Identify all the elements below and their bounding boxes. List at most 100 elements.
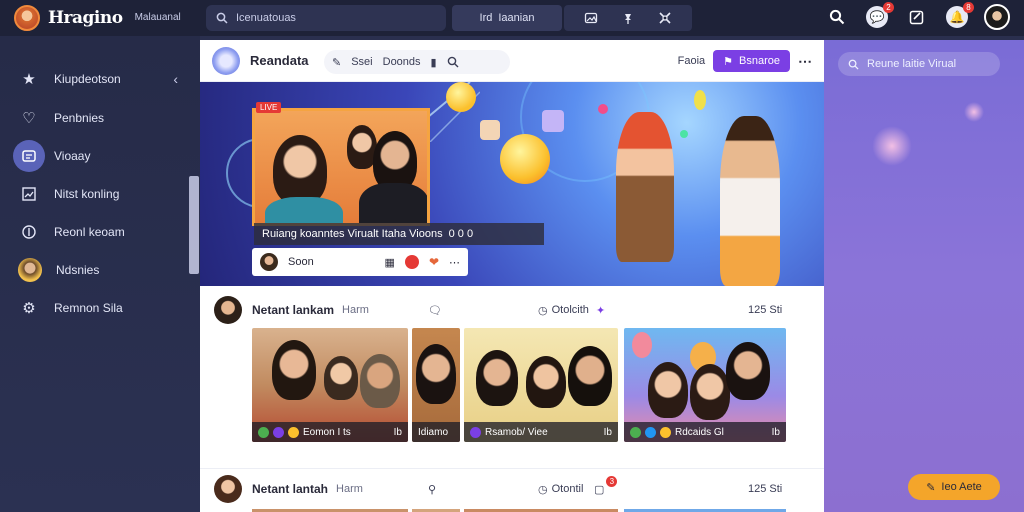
avatar[interactable]	[214, 296, 242, 324]
post-stat-label: Otolcith	[551, 304, 589, 316]
share-icon[interactable]: ✦	[596, 304, 605, 317]
app-subtitle: Malauanal	[134, 12, 181, 23]
search-icon[interactable]	[447, 56, 459, 68]
channel-name: Reandata	[250, 53, 309, 68]
hero-banner[interactable]: LIVE Ruiang koanntes Virualt Itaha Vioon…	[200, 82, 824, 286]
sidebar-item-4[interactable]: Nitst konling	[12, 177, 188, 211]
search-input[interactable]: Icenuatouas	[206, 5, 446, 31]
main-panel: Reandata ✎ Ssei Doonds ▮ Faoia ⚑ Bsnaroe…	[200, 40, 824, 512]
search-placeholder: Icenuatouas	[236, 12, 296, 24]
toolbar-actions	[564, 5, 692, 31]
post-author[interactable]: Netant lankam	[252, 303, 334, 317]
decorative-glow	[872, 126, 912, 166]
secondary-link[interactable]: Faoia	[678, 55, 706, 67]
post-stat: ◷ Otolcith	[538, 304, 589, 317]
thumb-label: Eomon I ts	[303, 426, 351, 438]
gear-icon: ⚙	[22, 300, 36, 317]
thumb-label: Rsamob/ Viee	[485, 426, 548, 438]
post-gallery: Eomon I ts Ib Idiamo Rsamob/ Viee Ib Rdc…	[200, 328, 824, 454]
post-stat-label: Otontil	[551, 483, 584, 495]
thumb-label: Idiamo	[418, 426, 449, 438]
brand[interactable]: Hragino Malauanal	[0, 5, 200, 31]
sidebar-scrollbar[interactable]	[189, 176, 199, 274]
chevron-left-icon[interactable]: ‹	[173, 71, 178, 87]
sidebar-item-2[interactable]: ♡ Penbnies	[12, 101, 188, 135]
divider	[200, 468, 824, 469]
post-count: 125 Sti	[748, 304, 783, 316]
edit-icon	[909, 10, 924, 25]
sidebar-item-label: Kiupdeotson	[54, 72, 121, 86]
gallery-icon[interactable]: ▦	[385, 256, 395, 269]
tab-2[interactable]: Doonds	[383, 56, 421, 68]
messages-badge: 2	[883, 2, 894, 13]
feed-post: Netant lankam Harm 🗨 ◷ Otolcith ✦ 125 St…	[200, 292, 824, 454]
video-caption: Ruiang koanntes Virualt Itaha Vioons 0 0…	[254, 223, 544, 245]
top-bar: Hragino Malauanal Icenuatouas Ird Iaania…	[0, 0, 1024, 36]
post-handle: Harm	[342, 304, 369, 316]
sidebar-item-6[interactable]: Ndsnies	[12, 253, 188, 287]
confetti-icon	[598, 104, 608, 114]
person-figure	[360, 354, 400, 408]
image-icon[interactable]	[584, 11, 598, 25]
person-figure	[476, 350, 518, 406]
clock-icon: ◷	[538, 483, 548, 496]
gallery-thumb[interactable]: Rdcaids Gl Ib	[624, 328, 786, 442]
tab-1[interactable]: Ssei	[351, 56, 372, 68]
more-icon[interactable]: ⋯	[798, 53, 812, 70]
avatar[interactable]	[214, 475, 242, 503]
floating-action-button[interactable]: ✎ Ieo Aete	[908, 474, 1000, 500]
post-stat: ◷ Otontil	[538, 483, 583, 496]
person-figure	[273, 135, 327, 205]
follow-button[interactable]: ⚑ Bsnaroe	[713, 50, 790, 72]
channel-logo[interactable]	[212, 46, 240, 75]
emoji-icon	[288, 426, 299, 438]
post-header: Netant lankam Harm 🗨 ◷ Otolcith ✦ 125 St…	[200, 292, 824, 328]
reactions-icon[interactable]: ❤	[429, 255, 439, 269]
comment-icon[interactable]: 🗨	[428, 304, 442, 317]
person-figure	[690, 364, 730, 420]
sidebar-item-1[interactable]: ★ Kiupdeotson ‹	[12, 62, 188, 96]
sidebar-item-5[interactable]: Reonl keoam	[12, 215, 188, 249]
reply-bar[interactable]: Soon ▦ ❤ ⋯	[252, 248, 468, 276]
edit-button[interactable]	[904, 4, 930, 30]
live-badge: LIVE	[256, 102, 282, 113]
pin-icon[interactable]	[621, 11, 635, 25]
heart-icon: ♡	[22, 110, 36, 127]
user-avatar[interactable]	[984, 4, 1010, 30]
gallery-thumb[interactable]: Idiamo	[412, 328, 460, 442]
gallery-thumb[interactable]: Eomon I ts Ib	[252, 328, 408, 442]
thumb-caption: Rdcaids Gl Ib	[624, 422, 786, 442]
chat-icon: ✎	[926, 481, 936, 494]
more-icon[interactable]: ⋯	[449, 256, 460, 269]
post-author[interactable]: Netant lantah	[252, 482, 328, 496]
sidebar-item-7[interactable]: ⚙ Remnon Sila	[12, 291, 188, 325]
clock-icon: ◷	[538, 304, 548, 317]
caption-suffix: 0 0 0	[448, 228, 474, 240]
feed-post: Netant lantah Harm ⚲ ◷ Otontil ▢ 3 125 S…	[200, 468, 824, 512]
search-icon[interactable]: ⚲	[428, 483, 436, 496]
edit-icon[interactable]: ✎	[332, 56, 341, 69]
quick-filter[interactable]: Ird Iaanian	[452, 5, 562, 31]
person-figure	[359, 183, 427, 223]
quick-filter-prefix: Ird	[479, 12, 493, 24]
record-icon[interactable]	[404, 255, 419, 269]
gallery-thumb[interactable]: Rsamob/ Viee Ib	[464, 328, 618, 442]
tools-icon[interactable]	[658, 11, 672, 25]
status-dot-icon	[645, 426, 656, 438]
share-icon[interactable]: ▢ 3	[594, 475, 619, 496]
person-figure	[526, 356, 566, 408]
tv-icon	[13, 140, 45, 172]
sidebar-item-3[interactable]: Vioaay	[12, 139, 188, 173]
search-button[interactable]	[824, 4, 850, 30]
video-preview[interactable]	[252, 108, 430, 226]
flag-icon: ⚑	[723, 55, 734, 68]
notifications-button[interactable]: 🔔 8	[944, 2, 974, 30]
search-icon	[216, 12, 228, 24]
right-search-input[interactable]: Reune laitie Virual	[838, 52, 1000, 76]
thumb-tail: Ib	[603, 426, 612, 438]
quick-filter-label: Iaanian	[498, 12, 535, 24]
channel-header: Reandata ✎ Ssei Doonds ▮ Faoia ⚑ Bsnaroe…	[200, 40, 824, 82]
header-actions: Faoia ⚑ Bsnaroe ⋯	[678, 50, 812, 72]
bag-icon[interactable]: ▮	[431, 56, 437, 69]
messages-button[interactable]: 💬 2	[864, 2, 894, 30]
